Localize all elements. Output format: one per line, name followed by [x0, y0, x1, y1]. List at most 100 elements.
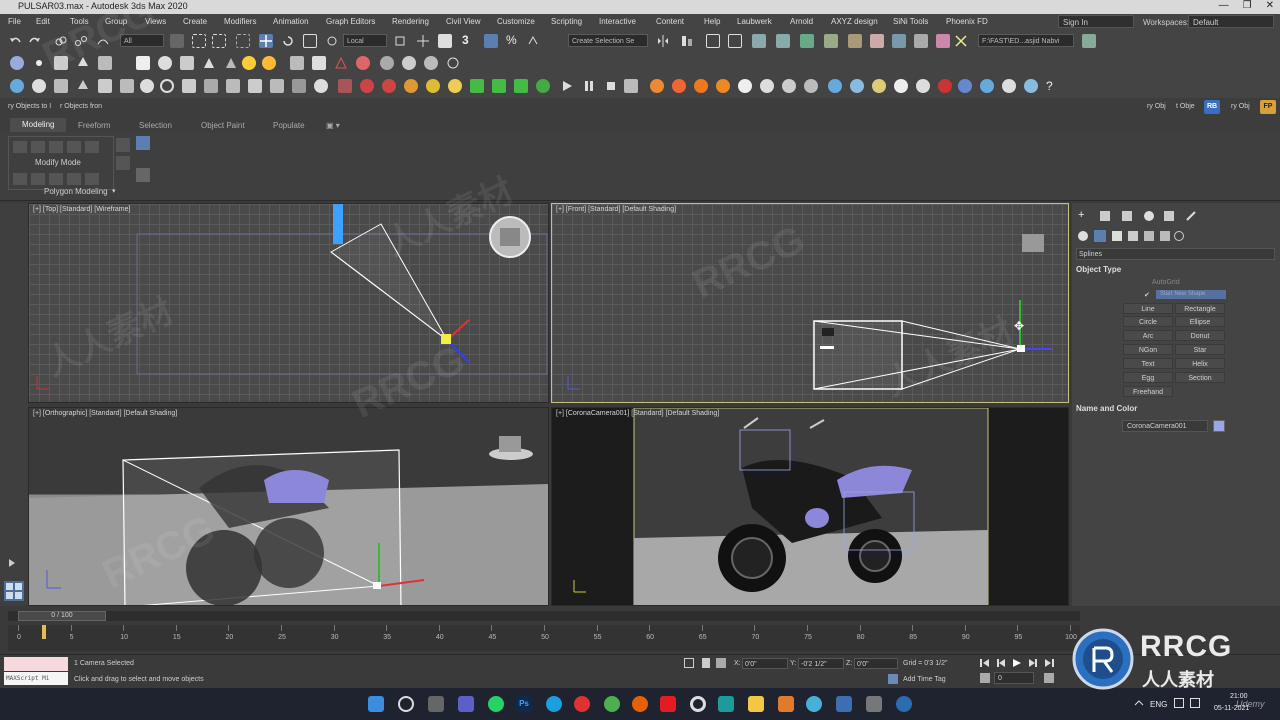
add-time-tag[interactable]: Add Time Tag: [903, 676, 946, 683]
explorer-yy-obj-1[interactable]: ry Obj: [1147, 103, 1166, 110]
render-setup-icon[interactable]: [824, 34, 838, 48]
donut-button[interactable]: Donut: [1175, 330, 1225, 341]
key-mode-icon[interactable]: [980, 673, 990, 683]
spot-icon[interactable]: [32, 79, 46, 93]
ocean-icon[interactable]: [958, 79, 972, 93]
yellow-icon[interactable]: [426, 79, 440, 93]
app2-icon[interactable]: [896, 696, 912, 712]
cup-icon[interactable]: [916, 79, 930, 93]
fur-icon[interactable]: [270, 79, 284, 93]
expand-arrow-icon[interactable]: [6, 557, 18, 569]
orange-icon[interactable]: [404, 79, 418, 93]
acrobat-icon[interactable]: [660, 696, 676, 712]
scale-icon[interactable]: [303, 34, 317, 48]
menu-modifiers[interactable]: Modifiers: [224, 17, 256, 26]
explorer-yy-obj-2[interactable]: ry Obj: [1231, 103, 1250, 110]
menu-graph-editors[interactable]: Graph Editors: [326, 17, 375, 26]
phoenix-smoke-icon[interactable]: [672, 79, 686, 93]
torus-icon[interactable]: [290, 56, 304, 70]
viewport-top-label[interactable]: [+] [Top] [Standard] [Wireframe]: [33, 206, 130, 213]
ribbon-t-icon[interactable]: [136, 168, 150, 182]
tab-populate[interactable]: Populate: [273, 121, 305, 130]
pivot-icon[interactable]: [393, 34, 407, 48]
menu-laubwerk[interactable]: Laubwerk: [737, 17, 772, 26]
section-button[interactable]: Section: [1175, 372, 1225, 383]
ribbon-options-icon[interactable]: ▣ ▾: [326, 121, 340, 130]
sky-icon[interactable]: [262, 56, 276, 70]
decal-icon[interactable]: [248, 79, 262, 93]
sun-icon[interactable]: [32, 56, 46, 70]
reference-coord-select[interactable]: Local: [343, 34, 387, 47]
object-type-header[interactable]: Object Type: [1076, 265, 1121, 274]
mod-btn-4[interactable]: [67, 141, 81, 153]
render-cloud-icon[interactable]: [892, 34, 906, 48]
ellipse-button[interactable]: Ellipse: [1175, 316, 1225, 327]
viewport-layout-icon[interactable]: [4, 581, 24, 601]
grid-icon[interactable]: [98, 56, 112, 70]
tab-object-paint[interactable]: Object Paint: [201, 121, 245, 130]
goto-start-icon[interactable]: [980, 658, 990, 668]
menu-customize[interactable]: Customize: [497, 17, 535, 26]
mod-btn-7[interactable]: [31, 173, 45, 185]
trash-icon[interactable]: [624, 79, 638, 93]
phoenix-mist-icon[interactable]: [782, 79, 796, 93]
select-object-icon[interactable]: [170, 34, 184, 48]
mod-btn-9[interactable]: [67, 173, 81, 185]
angle-snap-icon[interactable]: [484, 34, 498, 48]
start-icon[interactable]: [368, 696, 384, 712]
maxscript-mini-listener[interactable]: MAXScript Mi: [4, 672, 68, 685]
viewport-front-label[interactable]: [+] [Front] [Standard] [Default Shading]: [556, 206, 676, 213]
menu-tools[interactable]: Tools: [70, 17, 89, 26]
menu-create[interactable]: Create: [183, 17, 207, 26]
mod-btn-1[interactable]: [13, 141, 27, 153]
mod-btn-2[interactable]: [31, 141, 45, 153]
lights-icon[interactable]: [1112, 231, 1122, 241]
lock-selection-icon[interactable]: [702, 658, 710, 668]
mod-btn-6[interactable]: [13, 173, 27, 185]
phoenix-cloud-icon[interactable]: [738, 79, 752, 93]
green-move-icon[interactable]: [492, 79, 506, 93]
phoenix-explode-icon[interactable]: [716, 79, 730, 93]
omni-light-icon[interactable]: [10, 79, 24, 93]
scatter-icon[interactable]: [226, 79, 240, 93]
polygon-modeling-label[interactable]: Polygon Modeling: [44, 187, 108, 196]
manipulate-icon[interactable]: [416, 34, 430, 48]
red-box-icon[interactable]: [338, 79, 352, 93]
mod-btn-5[interactable]: [85, 141, 99, 153]
percent-snap-icon[interactable]: %: [506, 33, 520, 47]
menu-rendering[interactable]: Rendering: [392, 17, 429, 26]
modify-tab-icon[interactable]: [1100, 211, 1110, 221]
object-color-swatch[interactable]: [1213, 420, 1225, 432]
keyboard-shortcut-icon[interactable]: [438, 34, 452, 48]
stop-icon[interactable]: [604, 79, 618, 93]
teams-icon[interactable]: [458, 696, 474, 712]
undo-icon[interactable]: [8, 34, 22, 48]
green-ring-icon[interactable]: [536, 79, 550, 93]
current-frame-field[interactable]: 0: [994, 672, 1034, 684]
render-elements-icon[interactable]: [120, 79, 134, 93]
menu-animation[interactable]: Animation: [273, 17, 309, 26]
goto-end-icon[interactable]: [1044, 658, 1054, 668]
tab-freeform[interactable]: Freeform: [78, 121, 110, 130]
tab-modeling[interactable]: Modeling: [10, 118, 67, 132]
target-icon[interactable]: [54, 79, 68, 93]
green-box-icon[interactable]: [514, 79, 528, 93]
tube-icon[interactable]: [380, 56, 394, 70]
absolute-mode-icon[interactable]: [716, 658, 726, 668]
beer-icon[interactable]: [872, 79, 886, 93]
sun-light-icon[interactable]: [242, 56, 256, 70]
liquid-pour-icon[interactable]: [850, 79, 864, 93]
photoshop-icon[interactable]: Ps: [516, 696, 532, 712]
sign-in-dropdown[interactable]: Sign In: [1058, 15, 1134, 28]
unlink-icon[interactable]: [74, 34, 88, 48]
ribbon-side-btn-1[interactable]: [116, 138, 130, 152]
minimize-button[interactable]: —: [1219, 0, 1229, 11]
whatsapp-icon[interactable]: [488, 696, 504, 712]
create-tab-icon[interactable]: +: [1078, 209, 1084, 221]
polygon-modeling-dropdown-icon[interactable]: ▾: [112, 187, 116, 195]
proxy-icon[interactable]: [204, 79, 218, 93]
uvw-icon[interactable]: [182, 79, 196, 93]
fp-badge[interactable]: FP: [1260, 100, 1276, 114]
menu-scripting[interactable]: Scripting: [551, 17, 582, 26]
text-button[interactable]: Text: [1123, 358, 1173, 369]
